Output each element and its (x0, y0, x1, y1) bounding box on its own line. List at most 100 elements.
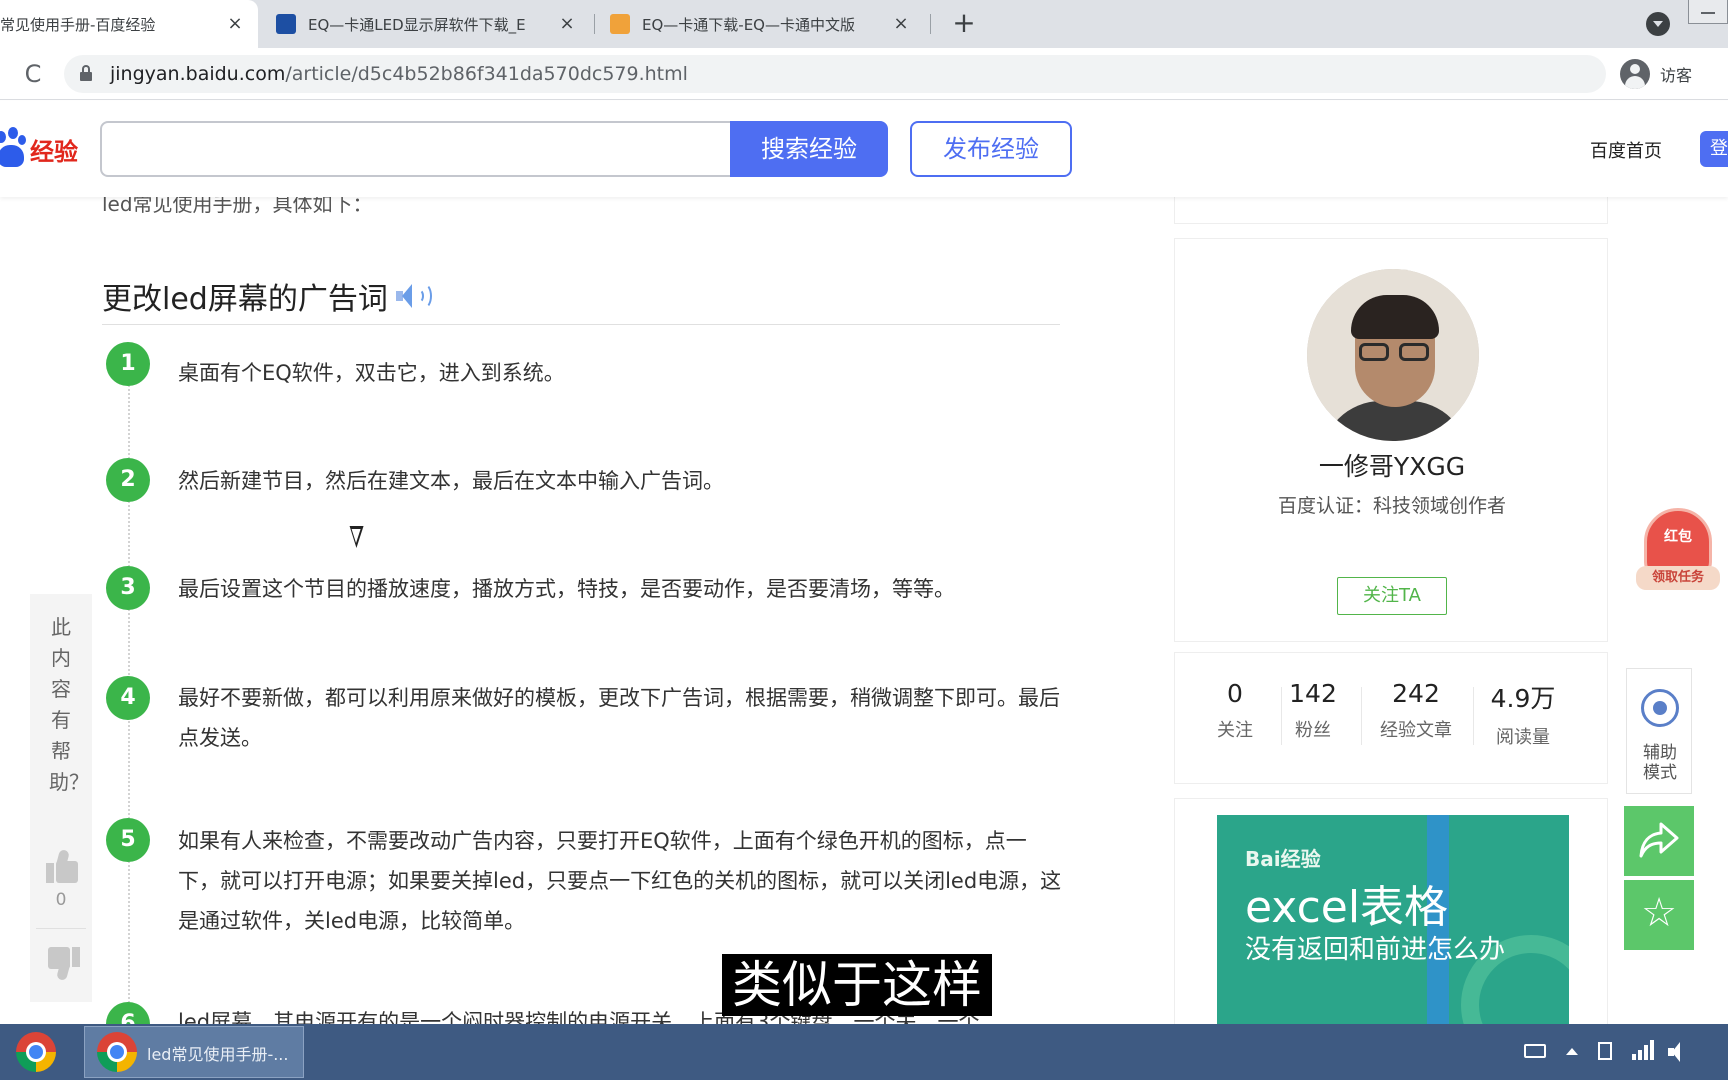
chrome-icon (97, 1032, 137, 1072)
favorite-star-icon[interactable]: ☆ (1624, 880, 1694, 950)
browser-tab-eq-cn[interactable]: EQ—卡通下载-EQ—卡通中文版 × (602, 0, 924, 48)
search-button[interactable]: 搜索经验 (730, 121, 888, 177)
minimize-window-button[interactable] (1688, 0, 1728, 24)
stat-value: 0 (1227, 679, 1243, 708)
search-input[interactable] (100, 121, 732, 177)
browser-tab-eq-download[interactable]: EQ—卡通LED显示屏软件下载_E × (268, 0, 590, 48)
section-title-text: 更改led屏幕的广告词 (102, 282, 388, 317)
close-tab-icon[interactable]: × (556, 13, 578, 35)
baidu-jingyan-logo[interactable]: 经验 (0, 125, 78, 173)
person-icon (1620, 59, 1650, 89)
tab-separator (930, 14, 931, 34)
stat-divider (1281, 687, 1282, 745)
step-number: 4 (106, 676, 150, 720)
url-text: jingyan.baidu.com/article/d5c4b52b86f341… (110, 63, 688, 85)
thumbs-down-icon[interactable] (46, 946, 80, 982)
stat-fans[interactable]: 142 粉丝 (1289, 679, 1337, 742)
ad-subtitle: 没有返回和前进怎么办 (1245, 935, 1506, 965)
red-packet-task[interactable]: 红包 领取任务 (1632, 506, 1724, 602)
url-host: jingyan.baidu.com (110, 63, 286, 85)
mouse-cursor-icon (342, 526, 364, 548)
baidu-home-link[interactable]: 百度首页 (1590, 137, 1662, 163)
lock-icon[interactable] (80, 65, 92, 81)
author-card: 一修哥YXGG 百度认证：科技领域创作者 关注TA (1174, 238, 1608, 642)
tab-title: 常见使用手册-百度经验 (0, 15, 156, 34)
step-number: 5 (106, 818, 150, 862)
url-path: /article/d5c4b52b86f341da570dc579.html (285, 63, 688, 85)
tab-title: EQ—卡通LED显示屏软件下载_E (308, 15, 526, 34)
step-text: 如果有人来检查，不需要改动广告内容，只要打开EQ软件，上面有个绿色开机的图标，点… (178, 829, 1062, 933)
stat-value: 4.9万 (1490, 684, 1556, 713)
publish-button[interactable]: 发布经验 (910, 121, 1072, 177)
step-text: 最后设置这个节目的播放速度，播放方式，特技，是否要动作，是否要清场，等等。 (178, 577, 955, 601)
tab-title: EQ—卡通下载-EQ—卡通中文版 (642, 15, 855, 34)
stat-label: 经验文章 (1380, 720, 1452, 741)
author-avatar[interactable] (1307, 269, 1479, 441)
close-tab-icon[interactable]: × (890, 13, 912, 35)
ad-title: excel表格 (1245, 882, 1449, 933)
logo-text: 经验 (30, 137, 78, 166)
assist-mode-button[interactable]: 辅助模式 (1626, 668, 1692, 794)
ad-banner[interactable]: Bai经验 excel表格 没有返回和前进怎么办 (1217, 815, 1569, 1029)
guest-profile-button[interactable]: 访客 (1620, 56, 1692, 92)
stat-value: 142 (1289, 679, 1337, 708)
accessibility-icon (1641, 689, 1679, 727)
keyboard-icon[interactable] (1524, 1044, 1546, 1058)
address-bar[interactable]: jingyan.baidu.com/article/d5c4b52b86f341… (64, 55, 1606, 93)
stat-label: 阅读量 (1496, 727, 1550, 748)
stat-articles[interactable]: 242 经验文章 (1371, 679, 1461, 742)
volume-icon[interactable] (1668, 1042, 1688, 1062)
step-text: 最好不要新做，都可以利用原来做好的模板，更改下广告词，根据需要，稍微调整下即可。… (178, 686, 1060, 750)
author-stats: 0 关注 142 粉丝 242 经验文章 4.9万 阅读量 (1174, 652, 1608, 784)
windows-taskbar: led常见使用手册-... (0, 1024, 1728, 1080)
browser-toolbar: C jingyan.baidu.com/article/d5c4b52b86f3… (0, 48, 1728, 142)
taskbar-active-window[interactable]: led常见使用手册-... (84, 1026, 304, 1078)
red-packet-ribbon: 领取任务 (1636, 566, 1720, 590)
step-text: 桌面有个EQ软件，双击它，进入到系统。 (178, 361, 565, 385)
step-number: 2 (106, 458, 150, 502)
stat-following[interactable]: 0 关注 (1211, 679, 1259, 742)
site-favicon-icon (276, 14, 296, 34)
upvote-count: 0 (55, 890, 67, 910)
vote-divider (36, 928, 86, 929)
new-tab-button[interactable]: + (948, 8, 980, 40)
share-icon (1639, 822, 1679, 858)
baidu-paw-icon (0, 125, 26, 173)
helpful-question: 此内容有帮助？ (49, 615, 89, 794)
video-subtitle: 类似于这样 (722, 954, 992, 1016)
close-tab-icon[interactable]: × (224, 13, 246, 35)
device-icon[interactable] (1598, 1042, 1612, 1060)
thumbs-up-icon[interactable] (46, 848, 80, 884)
tray-expand-icon[interactable] (1566, 1048, 1578, 1055)
stat-value: 242 (1392, 679, 1440, 708)
stat-divider (1361, 687, 1362, 745)
author-name[interactable]: 一修哥YXGG (1175, 447, 1609, 483)
red-packet-label: 红包 (1664, 529, 1692, 545)
follow-button[interactable]: 关注TA (1337, 577, 1447, 615)
stat-label: 关注 (1217, 720, 1253, 741)
section-title: 更改led屏幕的广告词 (102, 274, 434, 318)
stat-divider (1473, 687, 1474, 745)
chrome-taskbar-icon[interactable] (16, 1032, 56, 1072)
signal-icon[interactable] (1632, 1040, 1656, 1062)
tab-search-icon[interactable] (1646, 12, 1670, 36)
taskbar-window-title: led常见使用手册-... (147, 1045, 289, 1064)
ad-card: Bai经验 excel表格 没有返回和前进怎么办 (1174, 798, 1608, 1029)
section-divider (102, 324, 1060, 325)
step-number: 3 (106, 566, 150, 610)
ad-logo: Bai经验 (1245, 847, 1321, 871)
site-header: 经验 搜索经验 发布经验 百度首页 登 (0, 101, 1728, 197)
browser-tab-active[interactable]: 常见使用手册-百度经验 × (0, 0, 258, 48)
guest-label: 访客 (1660, 66, 1693, 85)
share-button[interactable] (1624, 806, 1694, 876)
reload-icon[interactable]: C (18, 59, 48, 89)
stat-reads[interactable]: 4.9万 阅读量 (1483, 679, 1563, 749)
assist-mode-label: 辅助模式 (1643, 743, 1677, 783)
tab-separator (594, 14, 595, 34)
helpful-vote-panel: 此内容有帮助？ 0 (30, 594, 92, 1002)
stat-label: 粉丝 (1295, 720, 1331, 741)
speaker-icon[interactable] (394, 281, 434, 311)
site-favicon-icon (610, 14, 630, 34)
login-button[interactable]: 登 (1700, 131, 1728, 167)
step-text: 然后新建节目，然后在建文本，最后在文本中输入广告词。 (178, 469, 724, 493)
